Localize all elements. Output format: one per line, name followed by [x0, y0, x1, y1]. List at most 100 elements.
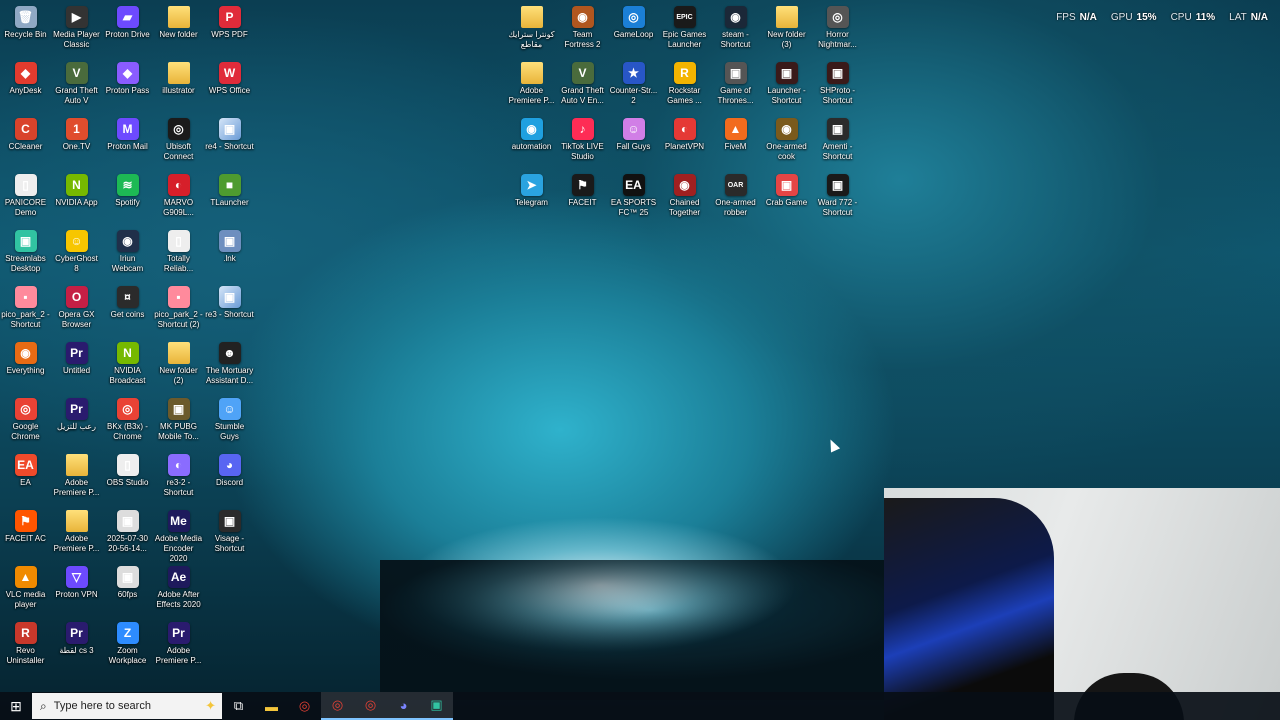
desktop-icon[interactable]: ▣ SHProto - Shortcut [812, 58, 863, 114]
desktop-icon[interactable]: ▪ pico_park_2 - Shortcut [0, 282, 51, 338]
desktop-icon[interactable]: ▰ Proton Drive [102, 2, 153, 58]
desktop-icon[interactable]: ◉ steam - Shortcut [710, 2, 761, 58]
desktop-icon[interactable]: Pr رعب للتزيل [51, 394, 102, 450]
desktop-icon[interactable]: ▣ Crab Game [761, 170, 812, 226]
taskbar-chrome-2-button[interactable]: ◎ [321, 692, 354, 720]
app-icon: C [14, 118, 37, 140]
desktop-icon[interactable]: ☺ Stumble Guys [204, 394, 255, 450]
desktop-icon[interactable]: ▯ PANICORE Demo [0, 170, 51, 226]
desktop-icon[interactable]: ◉ Iriun Webcam [102, 226, 153, 282]
desktop-icon[interactable]: illustrator [153, 58, 204, 114]
desktop-icon[interactable]: ⚑ FACEIT AC [0, 506, 51, 562]
desktop-icon[interactable]: ◎ Ubisoft Connect [153, 114, 204, 170]
desktop-icon[interactable]: ▣ 60fps [102, 562, 153, 618]
desktop-icon[interactable]: ◎ GameLoop [608, 2, 659, 58]
desktop-icon[interactable]: ◎ Horror Nightmar... [812, 2, 863, 58]
desktop-icon[interactable]: Me Adobe Media Encoder 2020 [153, 506, 204, 563]
desktop-icon[interactable]: ▪ pico_park_2 - Shortcut (2) [153, 282, 204, 338]
desktop-icon[interactable]: EA EA SPORTS FC™ 25 [608, 170, 659, 226]
desktop-icon[interactable]: ◕ Discord [204, 450, 255, 506]
desktop-icon[interactable]: Adobe Premiere P... [506, 58, 557, 114]
desktop-icon[interactable]: ☺ CyberGhost 8 [51, 226, 102, 282]
desktop-icon[interactable]: ▣ re3 - Shortcut [204, 282, 255, 338]
desktop-icon[interactable]: V Grand Theft Auto V [51, 58, 102, 114]
desktop-icon[interactable]: ◉ Everything [0, 338, 51, 394]
desktop-icon[interactable]: Adobe Premiere P... [51, 450, 102, 506]
desktop-icon[interactable]: Adobe Premiere P... [51, 506, 102, 562]
desktop-icon[interactable]: R Rockstar Games ... [659, 58, 710, 114]
search-input[interactable]: ⌕ Type here to search ✦ [32, 693, 222, 719]
desktop-icon[interactable]: ♪ TikTok LIVE Studio [557, 114, 608, 170]
desktop-icon[interactable]: ▣ Amenti - Shortcut [812, 114, 863, 170]
taskbar-chrome-3-button[interactable]: ◎ [354, 692, 387, 720]
taskbar-streamlabs-button[interactable]: ▣ [420, 692, 453, 720]
desktop-icon[interactable]: ◉ One-armed cook [761, 114, 812, 170]
desktop-icon[interactable]: New folder (3) [761, 2, 812, 58]
desktop-icon[interactable]: EPIC Epic Games Launcher [659, 2, 710, 58]
desktop-icon-label: EA SPORTS FC™ 25 [610, 198, 657, 217]
desktop-icon[interactable]: OAR One-armed robber [710, 170, 761, 226]
desktop-icon[interactable]: ▽ Proton VPN [51, 562, 102, 618]
start-button[interactable]: ⊞ [0, 692, 32, 720]
desktop-icon[interactable]: New folder (2) [153, 338, 204, 394]
desktop-icon[interactable]: ◉ Chained Together [659, 170, 710, 226]
desktop-icon[interactable]: Pr Adobe Premiere P... [153, 618, 204, 674]
desktop-icon[interactable]: M Proton Mail [102, 114, 153, 170]
desktop-icon[interactable]: ☺ Fall Guys [608, 114, 659, 170]
desktop-icon[interactable]: ▶ Media Player Classic [51, 2, 102, 58]
desktop-icon[interactable]: Ae Adobe After Effects 2020 [153, 562, 204, 618]
desktop-icon[interactable]: ⚑ FACEIT [557, 170, 608, 226]
taskbar-discord-button[interactable]: ◕ [387, 692, 420, 720]
desktop-icon[interactable]: 🗑 Recycle Bin [0, 2, 51, 58]
desktop-icon[interactable]: EA EA [0, 450, 51, 506]
desktop-icon[interactable]: C CCleaner [0, 114, 51, 170]
desktop-icon[interactable]: ▲ VLC media player [0, 562, 51, 618]
desktop-icon[interactable]: ◐ PlanetVPN [659, 114, 710, 170]
desktop-icon[interactable]: ▲ FiveM [710, 114, 761, 170]
desktop-icon[interactable]: ≋ Spotify [102, 170, 153, 226]
desktop-icon[interactable]: ▣ .lnk [204, 226, 255, 282]
desktop-icon[interactable]: N NVIDIA App [51, 170, 102, 226]
taskbar-chrome-button[interactable]: ◎ [288, 692, 321, 720]
desktop-icon[interactable]: ◆ Proton Pass [102, 58, 153, 114]
desktop-icon[interactable]: ★ Counter-Str... 2 [608, 58, 659, 114]
desktop-icon[interactable]: ☻ The Mortuary Assistant D... [204, 338, 255, 394]
desktop-icon[interactable]: ◉ automation [506, 114, 557, 170]
desktop-icon[interactable]: Pr Untitled [51, 338, 102, 394]
desktop-icon[interactable]: New folder [153, 2, 204, 58]
desktop-icon[interactable]: ▣ MK PUBG Mobile To... [153, 394, 204, 450]
taskbar-task-view-button[interactable]: ⧉ [222, 692, 255, 720]
desktop-icon[interactable]: ◎ BKx (B3x) - Chrome [102, 394, 153, 450]
desktop-icon[interactable]: ◐ re3-2 - Shortcut [153, 450, 204, 506]
desktop-icon[interactable]: ◆ AnyDesk [0, 58, 51, 114]
desktop-icon[interactable]: ▣ Ward 772 - Shortcut [812, 170, 863, 226]
desktop-icon-label: CyberGhost 8 [55, 254, 98, 273]
desktop-icon[interactable]: Pr لقطة cs 3 [51, 618, 102, 674]
desktop-icon[interactable]: ▯ Totally Reliab... [153, 226, 204, 282]
desktop-icon[interactable]: ➤ Telegram [506, 170, 557, 226]
desktop-icon[interactable]: P WPS PDF [204, 2, 255, 58]
desktop-icon[interactable]: كونترا سترايك مقاطع [506, 2, 557, 58]
desktop-icon[interactable]: N NVIDIA Broadcast [102, 338, 153, 394]
desktop-icon[interactable]: ▣ 2025-07-30 20-56-14... [102, 506, 153, 562]
desktop-icon[interactable]: ▣ Launcher - Shortcut [761, 58, 812, 114]
desktop-icon[interactable]: ▣ Streamlabs Desktop [0, 226, 51, 282]
desktop-icon[interactable]: ◎ Google Chrome [0, 394, 51, 450]
desktop-icon[interactable]: ▣ Visage - Shortcut [204, 506, 255, 562]
desktop-icon[interactable]: V Grand Theft Auto V En... [557, 58, 608, 114]
desktop-icon[interactable]: ▣ Game of Thrones... [710, 58, 761, 114]
desktop-icon[interactable]: ▯ OBS Studio [102, 450, 153, 506]
desktop-icon[interactable]: ▣ re4 - Shortcut [204, 114, 255, 170]
desktop-icon[interactable]: ■ TLauncher [204, 170, 255, 226]
desktop-icon[interactable]: W WPS Office [204, 58, 255, 114]
desktop-icon[interactable]: Z Zoom Workplace [102, 618, 153, 674]
desktop-icon[interactable]: ¤ Get coins [102, 282, 153, 338]
taskbar-file-explorer-button[interactable]: ▬ [255, 692, 288, 720]
desktop-icon[interactable]: R Revo Uninstaller [0, 618, 51, 674]
desktop-icon-label: steam - Shortcut [720, 30, 751, 49]
desktop-icon[interactable]: ◉ Team Fortress 2 [557, 2, 608, 58]
copilot-sparkle-icon[interactable]: ✦ [205, 698, 216, 714]
desktop-icon[interactable]: 1 One.TV [51, 114, 102, 170]
desktop-icon[interactable]: O Opera GX Browser [51, 282, 102, 338]
desktop-icon[interactable]: ◐ MARVO G909L... [153, 170, 204, 226]
